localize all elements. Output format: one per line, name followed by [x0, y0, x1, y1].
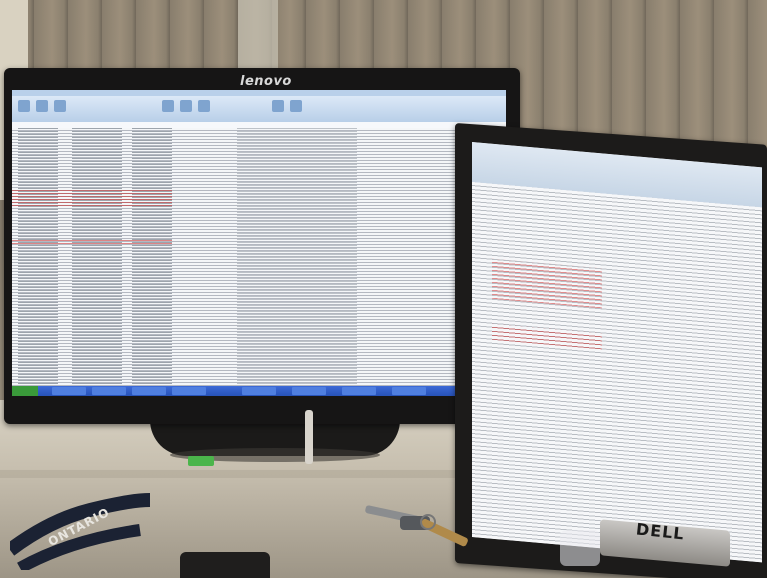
sheet-column	[72, 128, 122, 386]
taskbar-item	[132, 387, 166, 395]
photo-scene: lenovo DELL ONTARIO	[0, 0, 767, 578]
ribbon-button-icon	[272, 100, 284, 112]
green-tag	[188, 456, 214, 466]
ribbon-button-icon	[162, 100, 174, 112]
taskbar-item	[292, 387, 326, 395]
ribbon-button-icon	[18, 100, 30, 112]
taskbar-item	[52, 387, 86, 395]
cable	[305, 410, 313, 464]
ribbon-button-icon	[180, 100, 192, 112]
taskbar-item	[242, 387, 276, 395]
ribbon-button-icon	[290, 100, 302, 112]
ribbon-button-icon	[54, 100, 66, 112]
sheet-column	[18, 128, 58, 386]
dell-screen-spreadsheet	[472, 142, 762, 563]
taskbar-item	[92, 387, 126, 395]
keyboard-corner	[180, 552, 270, 578]
highlighted-rows	[12, 188, 172, 206]
excel-ribbon	[12, 96, 506, 122]
glass-object	[560, 530, 600, 566]
highlighted-rows	[492, 258, 602, 309]
highlighted-rows	[492, 323, 602, 350]
taskbar-item	[392, 387, 426, 395]
ribbon-button-icon	[198, 100, 210, 112]
spreadsheet-grid	[12, 128, 506, 386]
keys	[365, 505, 468, 547]
windows-taskbar	[12, 386, 506, 396]
sheet-column	[132, 128, 172, 386]
highlighted-rows	[12, 238, 172, 246]
taskbar-item	[172, 387, 206, 395]
ribbon-button-icon	[36, 100, 48, 112]
start-button	[12, 386, 38, 396]
lenovo-screen-spreadsheet	[12, 90, 506, 396]
spreadsheet-grid	[472, 182, 762, 563]
lenovo-logo: lenovo	[240, 74, 292, 89]
sheet-column	[237, 128, 357, 386]
taskbar-item	[342, 387, 376, 395]
